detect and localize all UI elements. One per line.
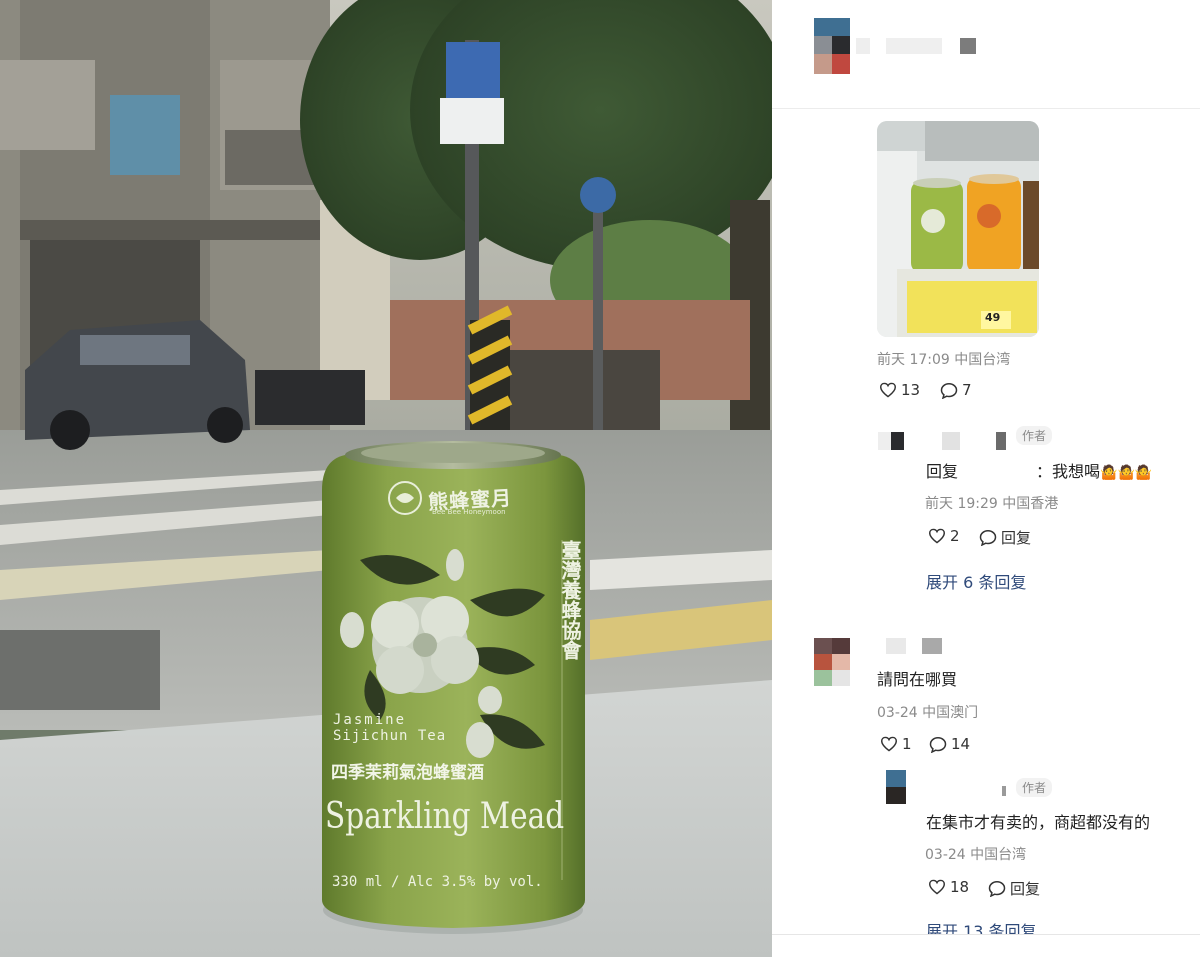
post-comment-count: 7 [962, 381, 972, 399]
reply-2-avatar[interactable] [886, 770, 906, 804]
comment-icon [940, 382, 958, 399]
post-thumbnail[interactable]: 49 [877, 121, 1039, 337]
reply-2-reply-button[interactable]: 回复 [988, 878, 1040, 899]
post-timestamp: 前天 17:09 [877, 352, 950, 368]
heart-icon [928, 879, 946, 895]
reply-1-body: ：我想喝 [1036, 462, 1101, 481]
reply-1-expand-link[interactable]: 展开 6 条回复 [926, 569, 1026, 593]
post-photo[interactable]: 熊蜂蜜月 Bee Bee Honeymoon 臺灣養蜂協會 Jasmine Si… [0, 0, 772, 957]
reply-2-reply-label: 回复 [1010, 880, 1041, 898]
can-flavor-zh: 四季茉莉氣泡蜂蜜酒 [331, 763, 484, 783]
reply-2-text: 在集市才有卖的，商超都没有的 [926, 813, 1151, 832]
reply-2-like-count: 18 [950, 878, 970, 896]
fridge-photo [877, 121, 1039, 337]
reply-2-name-redacted [1002, 786, 1006, 796]
author-name-redacted-2 [886, 38, 942, 54]
reply-2-author-badge: 作者 [1016, 778, 1053, 797]
comment-2-name-redacted-2 [922, 638, 942, 654]
reply-1-name-redacted [942, 432, 960, 450]
comment-2-avatar[interactable] [814, 638, 850, 686]
comment-2-like-count: 1 [902, 735, 912, 753]
author-avatar[interactable] [814, 18, 850, 74]
post-location: 中国台湾 [954, 352, 1011, 368]
reply-2-like-button[interactable]: 18 [928, 878, 969, 896]
comment-2-location: 中国澳门 [922, 705, 979, 721]
can-flavor-en-1: Jasmine [333, 712, 407, 728]
can-flavor-en-2: Sijichun Tea [333, 728, 447, 744]
reply-1-prefix: 回复 [926, 462, 959, 481]
reply-1-timestamp: 前天 19:29 [925, 496, 998, 512]
reply-2-location: 中国台湾 [970, 847, 1027, 863]
comment-2-like-button[interactable]: 1 [880, 735, 912, 753]
post-like-count: 13 [901, 381, 921, 399]
reply-1-reply-button[interactable]: 回复 [979, 527, 1031, 548]
reply-1-reply-label: 回复 [1001, 529, 1032, 547]
reply-1-emoji: 🤷🤷🤷 [1100, 465, 1153, 481]
one-way-sign [446, 42, 500, 98]
post-header [772, 0, 1200, 109]
reply-1-meta: 前天 19:29 中国香港 [925, 493, 1058, 513]
can-product-name: Sparkling Mead [325, 796, 565, 837]
heart-icon [880, 736, 898, 752]
comment-2-meta: 03-24 中国澳门 [877, 702, 978, 722]
reply-1-avatar[interactable] [878, 432, 904, 450]
comment-panel: 49 前天 17:09 中国台湾 13 7 作者 回复 ：我想喝🤷🤷🤷 前天 19… [772, 0, 1200, 957]
comment-2-name-redacted [886, 638, 906, 654]
post-meta: 前天 17:09 中国台湾 [877, 349, 1010, 369]
comment-2-comment-button[interactable]: 14 [929, 735, 970, 753]
post-comment-button[interactable]: 7 [940, 381, 972, 399]
author-name-redacted [856, 38, 870, 54]
bottom-bar [772, 934, 1200, 957]
reply-1-location: 中国香港 [1002, 496, 1059, 512]
reply-1-like-button[interactable]: 2 [928, 527, 960, 545]
reply-1-author-badge: 作者 [1016, 426, 1053, 445]
heart-icon [879, 382, 897, 398]
comment-icon [988, 880, 1006, 897]
reply-2-meta: 03-24 中国台湾 [925, 844, 1026, 864]
reply-1-like-count: 2 [950, 527, 960, 545]
comment-2-timestamp: 03-24 [877, 705, 918, 721]
comment-icon [929, 736, 947, 753]
can-volume: 330 ml / Alc 3.5% by vol. [332, 874, 543, 890]
comment-2-comment-count: 14 [951, 735, 971, 753]
reply-1-name-redacted-2 [996, 432, 1006, 450]
can-side-text: 臺灣養蜂協會 [558, 540, 582, 660]
comment-icon [979, 529, 997, 546]
price-tag: 49 [985, 311, 1001, 324]
post-like-button[interactable]: 13 [879, 381, 920, 399]
author-name-redacted-3 [960, 38, 976, 54]
reply-2-timestamp: 03-24 [925, 847, 966, 863]
reply-1-text: 回复 ：我想喝🤷🤷🤷 [926, 458, 1152, 482]
can-brand-sub: Bee Bee Honeymoon [432, 508, 506, 516]
heart-icon [928, 528, 946, 544]
comment-2-text: 請問在哪買 [877, 670, 958, 689]
